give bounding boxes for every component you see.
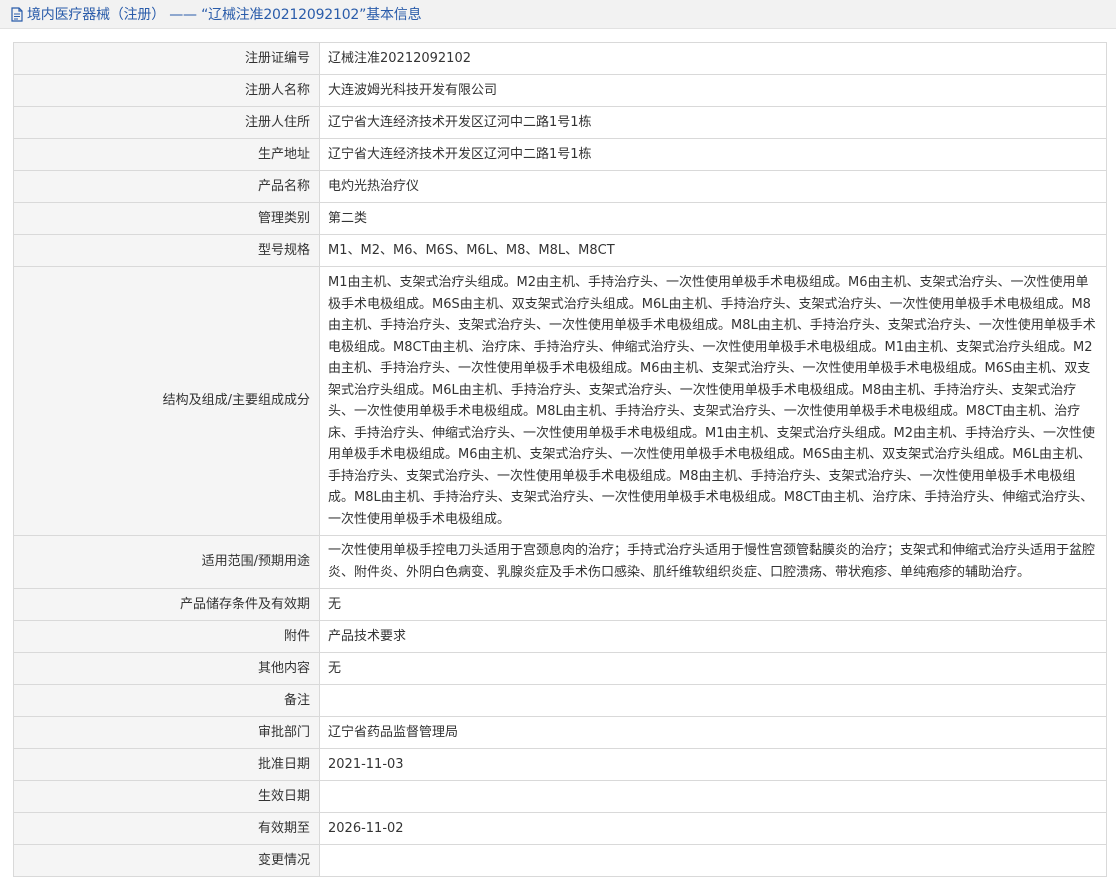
table-row: 审批部门 辽宁省药品监督管理局 [13,716,1107,749]
document-icon [10,6,24,22]
row-value: 无 [319,588,1107,621]
table-row: 附件 产品技术要求 [13,620,1107,653]
row-label: 生效日期 [13,780,320,813]
row-label: 产品储存条件及有效期 [13,588,320,621]
table-row: 批准日期 2021-11-03 [13,748,1107,781]
row-value: 第二类 [319,202,1107,235]
row-label: 备注 [13,684,320,717]
row-label: 产品名称 [13,170,320,203]
row-label: 注册人住所 [13,106,320,139]
table-row: 型号规格 M1、M2、M6、M6S、M6L、M8、M8L、M8CT [13,234,1107,267]
row-value: M1由主机、支架式治疗头组成。M2由主机、手持治疗头、一次性使用单极手术电极组成… [319,266,1107,536]
table-row: 产品储存条件及有效期 无 [13,588,1107,621]
row-label: 结构及组成/主要组成成分 [13,266,320,536]
row-value: 电灼光热治疗仪 [319,170,1107,203]
table-row: 产品名称 电灼光热治疗仪 [13,170,1107,203]
row-label: 管理类别 [13,202,320,235]
table-row: 备注 [13,684,1107,717]
row-value: 2026-11-02 [319,812,1107,845]
table-row: 生效日期 [13,780,1107,813]
table-row: 有效期至 2026-11-02 [13,812,1107,845]
row-value: 无 [319,652,1107,685]
table-row: 结构及组成/主要组成成分 M1由主机、支架式治疗头组成。M2由主机、手持治疗头、… [13,266,1107,536]
row-label: 注册证编号 [13,42,320,75]
row-label: 变更情况 [13,844,320,877]
row-value: M1、M2、M6、M6S、M6L、M8、M8L、M8CT [319,234,1107,267]
table-row: 注册人住所 辽宁省大连经济技术开发区辽河中二路1号1栋 [13,106,1107,139]
row-value [319,844,1107,877]
row-label: 适用范围/预期用途 [13,535,320,589]
row-value: 辽宁省药品监督管理局 [319,716,1107,749]
page-title: 境内医疗器械（注册） —— “辽械注准20212092102”基本信息 [27,7,422,23]
row-label: 审批部门 [13,716,320,749]
page: 境内医疗器械（注册） —— “辽械注准20212092102”基本信息 注册证编… [0,0,1116,877]
row-label: 附件 [13,620,320,653]
table-row: 生产地址 辽宁省大连经济技术开发区辽河中二路1号1栋 [13,138,1107,171]
table-row: 变更情况 [13,844,1107,877]
row-label: 批准日期 [13,748,320,781]
table-row: 管理类别 第二类 [13,202,1107,235]
row-value: 辽宁省大连经济技术开发区辽河中二路1号1栋 [319,138,1107,171]
row-label: 生产地址 [13,138,320,171]
table-row: 其他内容 无 [13,652,1107,685]
table-row: 适用范围/预期用途 一次性使用单极手控电刀头适用于宫颈息肉的治疗；手持式治疗头适… [13,535,1107,589]
page-header: 境内医疗器械（注册） —— “辽械注准20212092102”基本信息 [0,0,1116,29]
row-label: 有效期至 [13,812,320,845]
row-value: 辽械注准20212092102 [319,42,1107,75]
info-table: 注册证编号 辽械注准20212092102 注册人名称 大连波姆光科技开发有限公… [13,42,1107,877]
row-value: 产品技术要求 [319,620,1107,653]
row-value [319,684,1107,717]
row-label: 注册人名称 [13,74,320,107]
row-value: 2021-11-03 [319,748,1107,781]
row-value [319,780,1107,813]
row-value: 大连波姆光科技开发有限公司 [319,74,1107,107]
row-label: 型号规格 [13,234,320,267]
row-value: 辽宁省大连经济技术开发区辽河中二路1号1栋 [319,106,1107,139]
row-value: 一次性使用单极手控电刀头适用于宫颈息肉的治疗；手持式治疗头适用于慢性宫颈管黏膜炎… [319,535,1107,589]
table-row: 注册证编号 辽械注准20212092102 [13,42,1107,75]
table-row: 注册人名称 大连波姆光科技开发有限公司 [13,74,1107,107]
row-label: 其他内容 [13,652,320,685]
